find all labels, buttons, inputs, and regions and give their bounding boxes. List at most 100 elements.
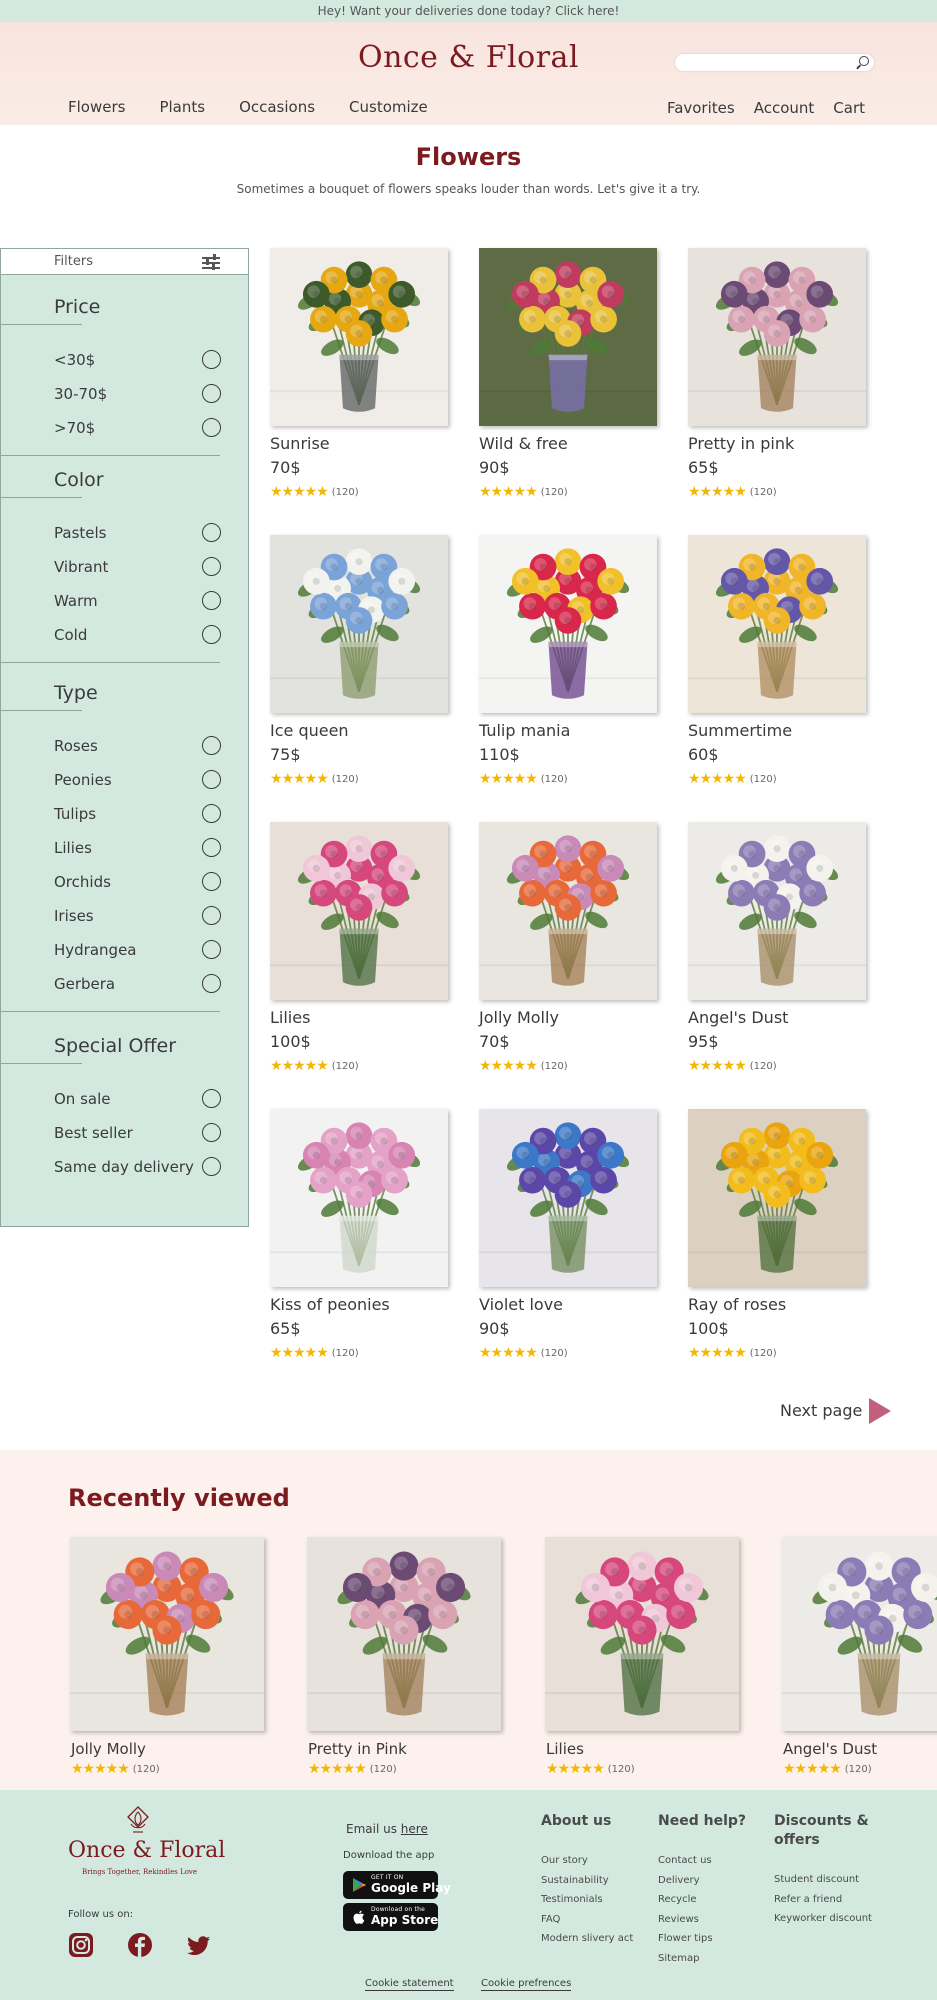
cookie-preferences-link[interactable]: Cookie prefrences: [481, 1978, 572, 1991]
search-input[interactable]: [675, 54, 874, 71]
product-summertime-rating[interactable]: ★★★★★ (120): [688, 772, 777, 786]
delivery-banner-text[interactable]: Hey! Want your deliveries done today? Cl…: [318, 4, 620, 18]
filter-option-hydrangea[interactable]: Hydrangea: [54, 941, 224, 959]
filter-option-roses[interactable]: Roses: [54, 737, 224, 755]
radio-button[interactable]: [202, 1089, 221, 1108]
footer-logo[interactable]: Once & Floral: [68, 1838, 225, 1863]
footer-link-sitemap[interactable]: Sitemap: [658, 1953, 699, 1964]
footer-link-refer-a-friend[interactable]: Refer a friend: [774, 1894, 842, 1905]
filter-option-best-seller[interactable]: Best seller: [54, 1124, 224, 1142]
footer-link-reviews[interactable]: Reviews: [658, 1914, 699, 1925]
app-store-button[interactable]: Download on the App Store: [343, 1903, 438, 1931]
radio-button[interactable]: [202, 804, 221, 823]
sliders-icon[interactable]: [202, 254, 220, 270]
recent-jolly-molly-rating[interactable]: ★★★★★ (120): [71, 1762, 160, 1776]
radio-button[interactable]: [202, 974, 221, 993]
product-image[interactable]: [688, 248, 866, 426]
radio-button[interactable]: [202, 591, 221, 610]
footer-link-student-discount[interactable]: Student discount: [774, 1874, 859, 1885]
footer-link-flower-tips[interactable]: Flower tips: [658, 1933, 713, 1944]
product-name[interactable]: Ray of roses: [688, 1295, 786, 1314]
filter-option-30-70[interactable]: 30-70$: [54, 385, 224, 403]
product-name[interactable]: Tulip mania: [479, 721, 570, 740]
filter-option-irises[interactable]: Irises: [54, 907, 224, 925]
product-image[interactable]: [479, 248, 657, 426]
filter-option-30[interactable]: <30$: [54, 351, 224, 369]
product-image[interactable]: [270, 535, 448, 713]
google-play-button[interactable]: GET IT ON Google Play: [343, 1871, 451, 1899]
product-name[interactable]: Jolly Molly: [479, 1008, 559, 1027]
product-tulip-mania-rating[interactable]: ★★★★★ (120): [479, 772, 568, 786]
cookie-statement-link[interactable]: Cookie statement: [365, 1978, 454, 1991]
filter-option-same-day-delivery[interactable]: Same day delivery: [54, 1158, 224, 1176]
nav-customize[interactable]: Customize: [349, 98, 428, 116]
radio-button[interactable]: [202, 350, 221, 369]
footer-link-recycle[interactable]: Recycle: [658, 1894, 697, 1905]
footer-link-delivery[interactable]: Delivery: [658, 1875, 700, 1886]
footer-link-modern-slivery-act[interactable]: Modern slivery act: [541, 1933, 633, 1944]
product-name[interactable]: Ice queen: [270, 721, 349, 740]
recent-lilies-rating[interactable]: ★★★★★ (120): [546, 1762, 635, 1776]
filter-option-warm[interactable]: Warm: [54, 592, 224, 610]
nav-occasions[interactable]: Occasions: [239, 98, 315, 116]
product-image[interactable]: [270, 822, 448, 1000]
next-arrow-icon[interactable]: [869, 1398, 891, 1424]
recent-name[interactable]: Pretty in Pink: [308, 1740, 407, 1758]
radio-button[interactable]: [202, 770, 221, 789]
product-ice-queen-rating[interactable]: ★★★★★ (120): [270, 772, 359, 786]
product-name[interactable]: Kiss of peonies: [270, 1295, 390, 1314]
product-wild-free-rating[interactable]: ★★★★★ (120): [479, 485, 568, 499]
radio-button[interactable]: [202, 418, 221, 437]
product-ray-of-roses-rating[interactable]: ★★★★★ (120): [688, 1346, 777, 1360]
product-image[interactable]: [688, 822, 866, 1000]
filter-option-lilies[interactable]: Lilies: [54, 839, 224, 857]
recent-image[interactable]: [70, 1537, 264, 1731]
footer-link-sustainability[interactable]: Sustainability: [541, 1875, 609, 1886]
filter-option-gerbera[interactable]: Gerbera: [54, 975, 224, 993]
product-name[interactable]: Angel's Dust: [688, 1008, 788, 1027]
radio-button[interactable]: [202, 906, 221, 925]
product-jolly-molly-rating[interactable]: ★★★★★ (120): [479, 1059, 568, 1073]
nav-flowers[interactable]: Flowers: [68, 98, 125, 116]
product-name[interactable]: Wild & free: [479, 434, 568, 453]
radio-button[interactable]: [202, 838, 221, 857]
footer-link-faq[interactable]: FAQ: [541, 1914, 560, 1925]
facebook-icon[interactable]: [127, 1932, 153, 1958]
footer-link-testimonials[interactable]: Testimonials: [541, 1894, 603, 1905]
footer-link-keyworker-discount[interactable]: Keyworker discount: [774, 1913, 872, 1924]
filters-header[interactable]: Filters: [1, 249, 248, 275]
recent-image[interactable]: [307, 1537, 501, 1731]
product-image[interactable]: [270, 248, 448, 426]
product-image[interactable]: [688, 1109, 866, 1287]
product-kiss-of-peonies-rating[interactable]: ★★★★★ (120): [270, 1346, 359, 1360]
radio-button[interactable]: [202, 523, 221, 542]
product-sunrise-rating[interactable]: ★★★★★ (120): [270, 485, 359, 499]
nav-plants[interactable]: Plants: [159, 98, 205, 116]
filter-option-vibrant[interactable]: Vibrant: [54, 558, 224, 576]
recent-angel-s-dust-rating[interactable]: ★★★★★ (120): [783, 1762, 872, 1776]
radio-button[interactable]: [202, 1123, 221, 1142]
product-pretty-in-pink-rating[interactable]: ★★★★★ (120): [688, 485, 777, 499]
footer-link-our-story[interactable]: Our story: [541, 1855, 588, 1866]
next-page-link[interactable]: Next page: [780, 1401, 862, 1420]
recent-image[interactable]: [545, 1537, 739, 1731]
product-image[interactable]: [479, 535, 657, 713]
recent-image[interactable]: [782, 1537, 937, 1731]
search-icon[interactable]: [859, 56, 869, 66]
email-link[interactable]: here: [401, 1822, 428, 1836]
radio-button[interactable]: [202, 1157, 221, 1176]
twitter-icon[interactable]: [186, 1932, 212, 1958]
product-name[interactable]: Lilies: [270, 1008, 310, 1027]
recent-name[interactable]: Jolly Molly: [71, 1740, 146, 1758]
filter-option-on-sale[interactable]: On sale: [54, 1090, 224, 1108]
delivery-banner[interactable]: Hey! Want your deliveries done today? Cl…: [0, 0, 937, 22]
radio-button[interactable]: [202, 736, 221, 755]
filter-option-cold[interactable]: Cold: [54, 626, 224, 644]
product-lilies-rating[interactable]: ★★★★★ (120): [270, 1059, 359, 1073]
recent-name[interactable]: Angel's Dust: [783, 1740, 877, 1758]
radio-button[interactable]: [202, 557, 221, 576]
instagram-icon[interactable]: [68, 1932, 94, 1958]
filter-option-tulips[interactable]: Tulips: [54, 805, 224, 823]
radio-button[interactable]: [202, 940, 221, 959]
radio-button[interactable]: [202, 384, 221, 403]
